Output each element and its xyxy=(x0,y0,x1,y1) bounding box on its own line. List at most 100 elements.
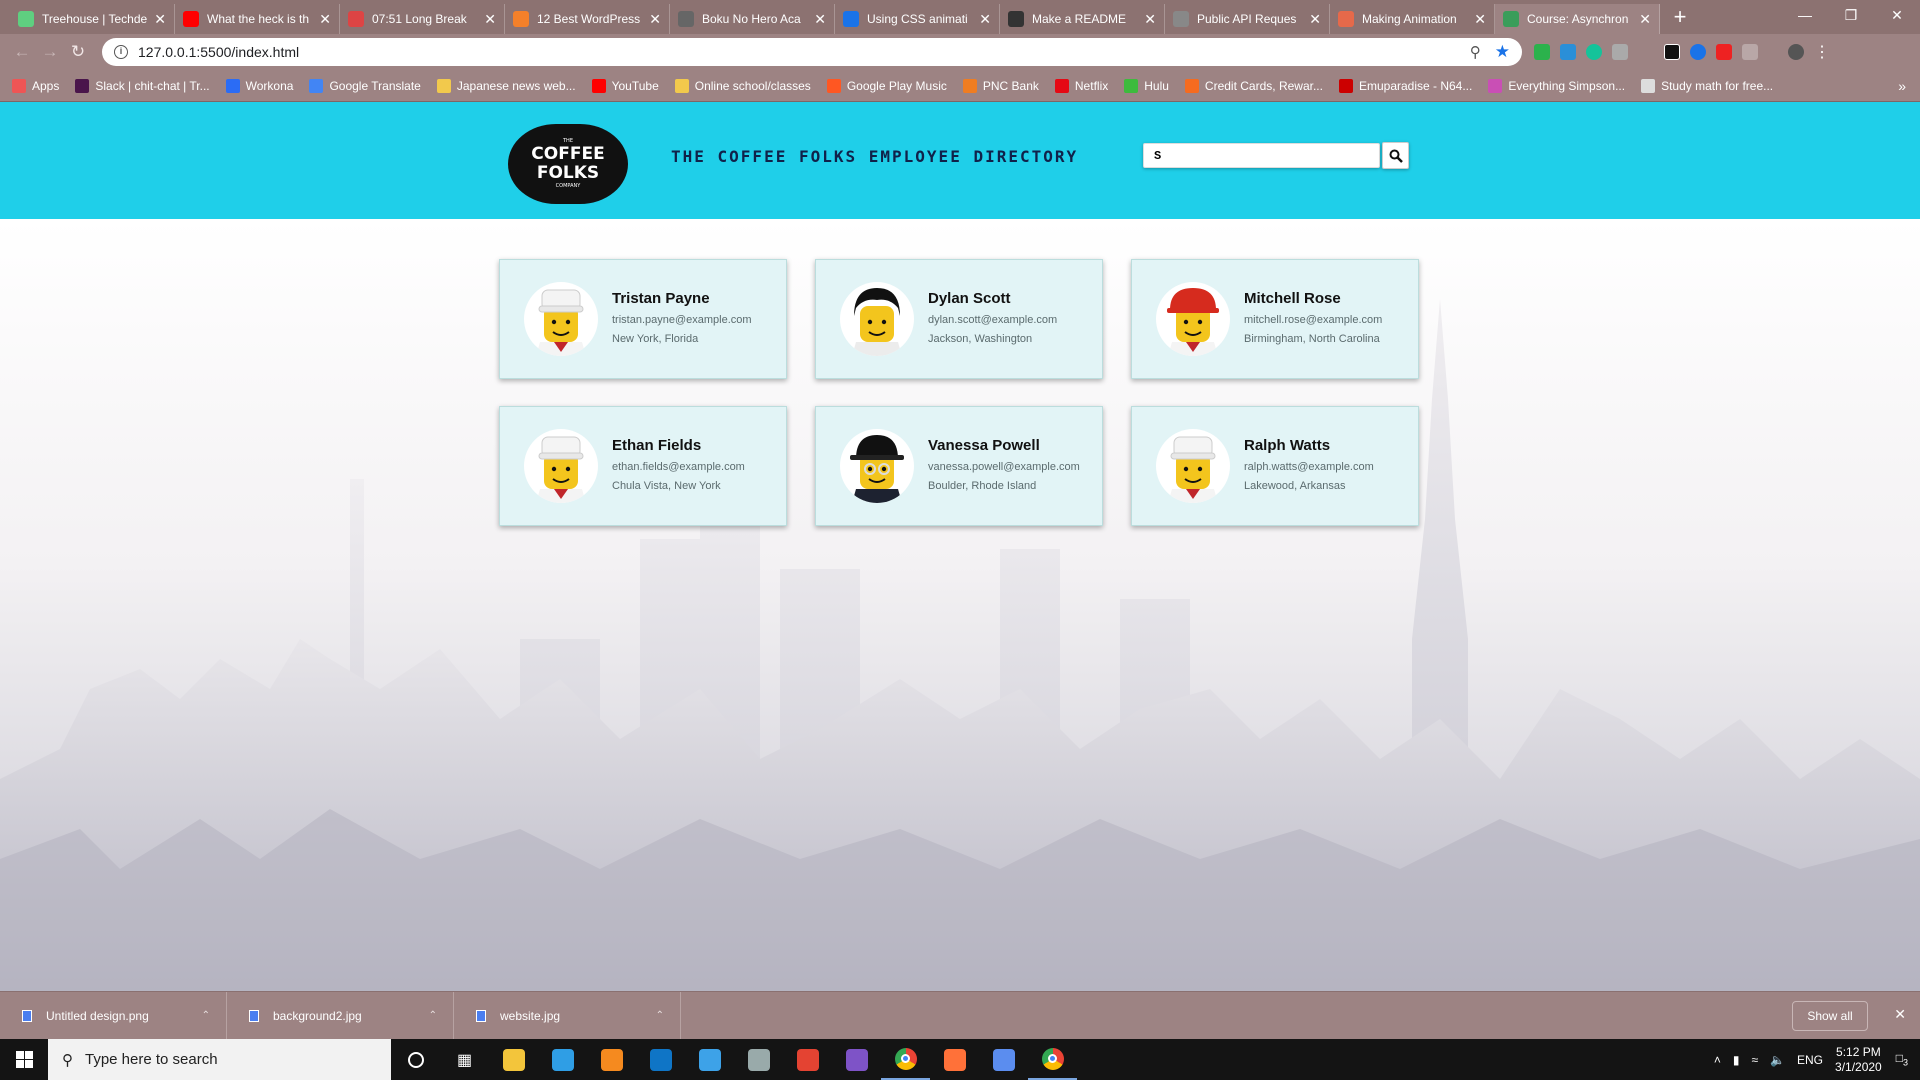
close-window-button[interactable]: ✕ xyxy=(1874,0,1920,30)
bookmark-item[interactable]: Emuparadise - N64... xyxy=(1338,78,1472,93)
close-download-bar-icon[interactable]: ✕ xyxy=(1894,1006,1906,1023)
battery-icon[interactable]: ▮ xyxy=(1733,1053,1740,1067)
chevron-up-icon[interactable]: ⌃ xyxy=(656,1010,664,1021)
download-item[interactable]: website.jpg ⌃ xyxy=(454,991,681,1040)
extension-icon[interactable] xyxy=(1612,44,1628,60)
browser-tab[interactable]: Making Animation ✕ xyxy=(1330,4,1495,34)
restore-button[interactable]: ❐ xyxy=(1828,0,1874,30)
reload-button[interactable]: ↻ xyxy=(64,38,92,66)
search-button[interactable] xyxy=(1382,142,1409,169)
close-tab-icon[interactable]: ✕ xyxy=(979,11,991,28)
employee-card[interactable]: Tristan Payne tristan.payne@example.com Ne… xyxy=(499,259,787,379)
close-tab-icon[interactable]: ✕ xyxy=(814,11,826,28)
back-button[interactable]: ← xyxy=(8,38,36,66)
wifi-icon[interactable]: ≈ xyxy=(1751,1053,1758,1067)
bookmark-item[interactable]: Online school/classes xyxy=(674,78,811,93)
start-button[interactable] xyxy=(0,1039,48,1080)
volume-icon[interactable]: 🔈 xyxy=(1770,1053,1785,1067)
extension-icon[interactable] xyxy=(1638,44,1654,60)
close-tab-icon[interactable]: ✕ xyxy=(1144,11,1156,28)
taskbar-app-chrome-2[interactable] xyxy=(1028,1039,1077,1080)
chevron-up-icon[interactable]: ⌃ xyxy=(202,1010,210,1021)
taskbar-app-todoist[interactable] xyxy=(783,1039,832,1080)
notifications-icon[interactable]: □3 xyxy=(1896,1051,1908,1067)
taskbar-app-sublime[interactable] xyxy=(587,1039,636,1080)
bookmark-item[interactable]: Study math for free... xyxy=(1641,78,1773,93)
close-tab-icon[interactable]: ✕ xyxy=(154,11,166,28)
extension-icon[interactable] xyxy=(1534,44,1550,60)
extension-icon[interactable] xyxy=(1690,44,1706,60)
taskbar-app-app-gray[interactable] xyxy=(734,1039,783,1080)
download-item[interactable]: Untitled design.png ⌃ xyxy=(0,991,227,1040)
browser-tab[interactable]: Using CSS animati ✕ xyxy=(835,4,1000,34)
browser-tab[interactable]: Course: Asynchron ✕ xyxy=(1495,4,1660,34)
bookmark-item[interactable]: Slack | chit-chat | Tr... xyxy=(75,78,210,93)
taskbar-app-vscode[interactable] xyxy=(636,1039,685,1080)
close-tab-icon[interactable]: ✕ xyxy=(649,11,661,28)
taskbar-app-cortana[interactable] xyxy=(391,1039,440,1080)
taskbar-app-firefox-dev[interactable] xyxy=(685,1039,734,1080)
bookmark-item[interactable]: PNC Bank xyxy=(962,78,1039,93)
profile-avatar[interactable] xyxy=(1788,44,1804,60)
taskbar-search[interactable]: ⚲ Type here to search xyxy=(48,1039,391,1080)
taskbar-app-task-view[interactable]: ▦ xyxy=(440,1039,489,1080)
url-text[interactable]: 127.0.0.1:5500/index.html xyxy=(138,44,1470,60)
flipboard-icon[interactable] xyxy=(1716,44,1732,60)
bookmark-item[interactable]: Google Play Music xyxy=(826,78,947,93)
taskbar-app-maps[interactable] xyxy=(979,1039,1028,1080)
extension-icon[interactable] xyxy=(1560,44,1576,60)
clock[interactable]: 5:12 PM 3/1/2020 xyxy=(1835,1045,1882,1075)
zoom-icon[interactable]: ⚲ xyxy=(1470,43,1481,61)
browser-tab[interactable]: Treehouse | Techde ✕ xyxy=(10,4,175,34)
download-item[interactable]: background2.jpg ⌃ xyxy=(227,991,454,1040)
close-tab-icon[interactable]: ✕ xyxy=(1309,11,1321,28)
minimize-button[interactable]: — xyxy=(1782,0,1828,30)
chevron-up-icon[interactable]: ⌃ xyxy=(429,1010,437,1021)
tray-chevron-icon[interactable]: ˄ xyxy=(1714,1053,1721,1067)
taskbar-app-firefox[interactable] xyxy=(930,1039,979,1080)
search-input[interactable] xyxy=(1143,143,1380,168)
close-tab-icon[interactable]: ✕ xyxy=(1474,11,1486,28)
bookmark-item[interactable]: Workona xyxy=(225,78,293,93)
browser-tab[interactable]: 12 Best WordPress ✕ xyxy=(505,4,670,34)
browser-tab[interactable]: Boku No Hero Aca ✕ xyxy=(670,4,835,34)
forward-button[interactable]: → xyxy=(36,38,64,66)
taskbar-app-internet-explorer[interactable] xyxy=(538,1039,587,1080)
bookmark-item[interactable]: Japanese news web... xyxy=(436,78,576,93)
bookmark-item[interactable]: Hulu xyxy=(1124,78,1169,93)
extension-icon[interactable] xyxy=(1742,44,1758,60)
browser-tab[interactable]: Make a README ✕ xyxy=(1000,4,1165,34)
employee-card[interactable]: Ethan Fields ethan.fields@example.com Chul… xyxy=(499,406,787,526)
grammarly-icon[interactable] xyxy=(1586,44,1602,60)
browser-tab[interactable]: 07:51 Long Break ✕ xyxy=(340,4,505,34)
notion-icon[interactable] xyxy=(1664,44,1680,60)
language-indicator[interactable]: ENG xyxy=(1797,1053,1823,1067)
bookmark-item[interactable]: Google Translate xyxy=(309,78,421,93)
address-bar[interactable]: i 127.0.0.1:5500/index.html ⚲ ★ xyxy=(102,38,1522,66)
employee-card[interactable]: Mitchell Rose mitchell.rose@example.com Bi… xyxy=(1131,259,1419,379)
taskbar-app-app-purple[interactable] xyxy=(832,1039,881,1080)
employee-card[interactable]: Ralph Watts ralph.watts@example.com Lakewo… xyxy=(1131,406,1419,526)
bookmark-item[interactable]: Credit Cards, Rewar... xyxy=(1184,78,1323,93)
browser-tab[interactable]: What the heck is th ✕ xyxy=(175,4,340,34)
browser-tab[interactable]: Public API Reques ✕ xyxy=(1165,4,1330,34)
bookmark-item[interactable]: Netflix xyxy=(1054,78,1108,93)
bookmark-item[interactable]: YouTube xyxy=(591,78,659,93)
close-tab-icon[interactable]: ✕ xyxy=(319,11,331,28)
employee-card[interactable]: Vanessa Powell vanessa.powell@example.com… xyxy=(815,406,1103,526)
bookmark-star-icon[interactable]: ★ xyxy=(1495,42,1510,62)
show-all-button[interactable]: Show all xyxy=(1792,1001,1868,1031)
coffee-folks-logo[interactable]: THE COFFEE FOLKS COMPANY xyxy=(508,124,628,204)
system-tray: ˄ ▮ ≈ 🔈 ENG 5:12 PM 3/1/2020 □3 xyxy=(1714,1039,1920,1080)
employee-card[interactable]: Dylan Scott dylan.scott@example.com Jackso… xyxy=(815,259,1103,379)
menu-icon[interactable]: ⋮ xyxy=(1814,42,1830,62)
bookmark-item[interactable]: Apps xyxy=(12,78,59,93)
new-tab-button[interactable]: + xyxy=(1666,4,1694,32)
close-tab-icon[interactable]: ✕ xyxy=(484,11,496,28)
site-info-icon[interactable]: i xyxy=(114,45,128,59)
bookmark-item[interactable]: Everything Simpson... xyxy=(1488,78,1625,93)
close-tab-icon[interactable]: ✕ xyxy=(1639,11,1651,28)
bookmarks-overflow-icon[interactable]: » xyxy=(1898,78,1906,94)
taskbar-app-chrome[interactable] xyxy=(881,1039,930,1080)
taskbar-app-file-explorer[interactable] xyxy=(489,1039,538,1080)
